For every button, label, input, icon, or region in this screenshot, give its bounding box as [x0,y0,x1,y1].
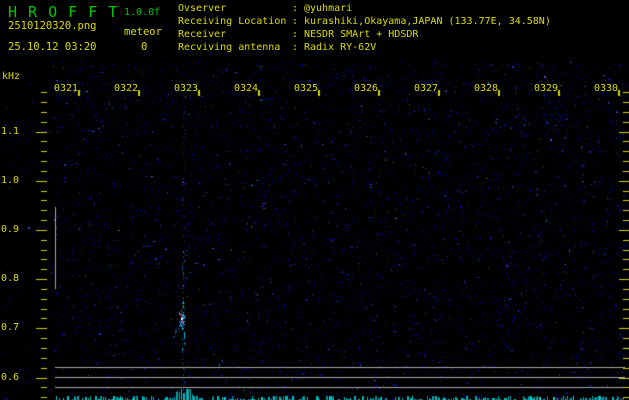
info-row-receiver: Receiver:NESDR SMArt + HDSDR [178,28,551,41]
info-separator: : [292,15,304,28]
x-tick-label: 0330 [594,83,624,94]
info-value: @yuhmari [304,2,352,15]
x-tick-label: 0329 [534,83,564,94]
y-tick-label: 1.1 [1,126,23,137]
info-value: kurashiki,Okayama,JAPAN (133.77E, 34.58N… [304,15,551,28]
y-tick-label: 0.9 [1,224,23,235]
meteor-count-label: meteor [124,26,162,38]
info-separator: : [292,2,304,15]
x-tick-label: 0324 [234,83,264,94]
x-tick-label: 0328 [474,83,504,94]
info-label: Receiver [178,28,292,41]
y-tick-label: 0.7 [1,322,23,333]
info-label: Receiving Location [178,15,292,28]
output-filename: 2510120320.png [8,20,97,32]
y-axis-unit-label: kHz [2,71,20,82]
x-tick-label: 0325 [294,83,324,94]
x-tick-label: 0322 [114,83,144,94]
hrofft-screen: H R O F F T 1.0.0f 2510120320.png meteor… [0,0,629,400]
x-tick-label: 0321 [54,83,84,94]
info-separator: : [292,28,304,41]
y-tick-label: 1.0 [1,175,23,186]
info-label: Recviving antenna [178,41,292,54]
spectrogram-canvas [0,0,629,400]
info-label: Ovserver [178,2,292,15]
app-title: H R O F F T [8,3,118,21]
observation-info: Ovserver:@yuhmari Receiving Location:kur… [178,2,551,54]
y-tick-label: 0.6 [1,372,23,383]
x-tick-label: 0326 [354,83,384,94]
info-row-observer: Ovserver:@yuhmari [178,2,551,15]
info-row-antenna: Recviving antenna:Radix RY-62V [178,41,551,54]
info-separator: : [292,41,304,54]
observation-datetime: 25.10.12 03:20 [8,41,97,53]
info-value: Radix RY-62V [304,41,376,54]
info-row-location: Receiving Location:kurashiki,Okayama,JAP… [178,15,551,28]
x-tick-label: 0323 [174,83,204,94]
info-value: NESDR SMArt + HDSDR [304,28,418,41]
meteor-count-value: 0 [141,41,147,53]
app-version: 1.0.0f [124,7,160,18]
x-tick-label: 0327 [414,83,444,94]
y-tick-label: 0.8 [1,273,23,284]
